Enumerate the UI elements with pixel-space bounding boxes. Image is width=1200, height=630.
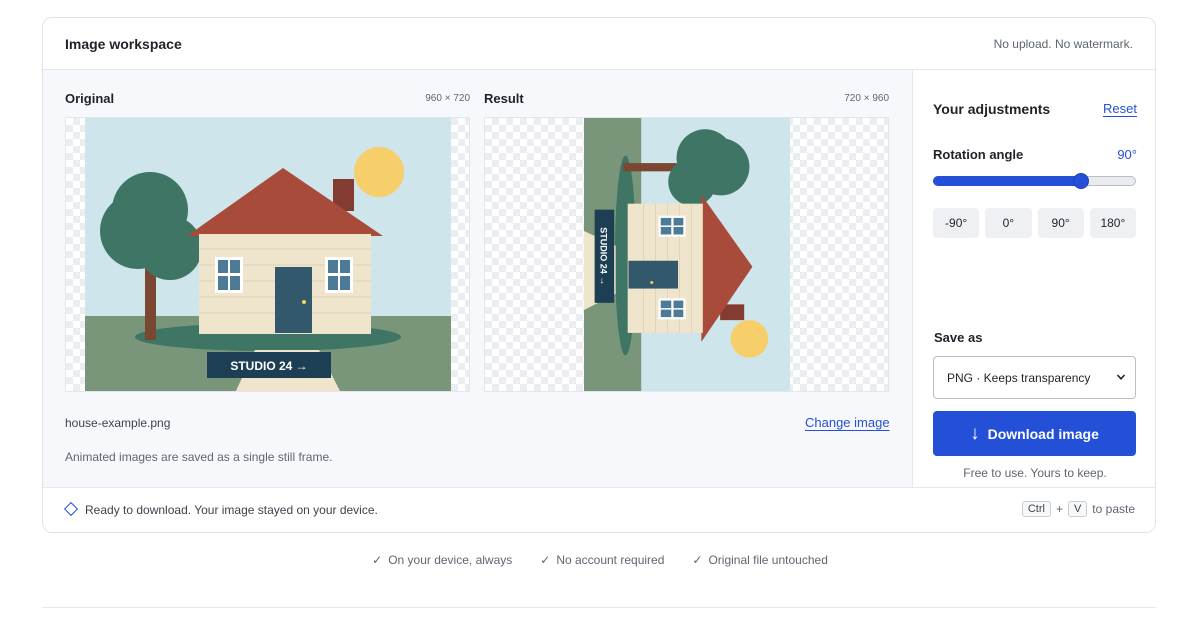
format-select-value: PNG · Keeps transparency — [947, 370, 1091, 385]
format-select[interactable]: PNG · Keeps transparency — [933, 356, 1136, 399]
preset-90-button[interactable]: 90° — [1037, 208, 1084, 238]
original-dimensions: 960 × 720 — [425, 93, 470, 104]
check-icon: ✓ — [540, 553, 551, 567]
paste-suffix: to paste — [1092, 502, 1135, 516]
original-image: STUDIO 24 → — [85, 118, 451, 391]
preset-180-button[interactable]: 180° — [1089, 208, 1136, 238]
ctrl-key: Ctrl — [1021, 501, 1051, 517]
trust-item: ✓ Original file untouched — [692, 553, 827, 567]
adjustments-title: Your adjustments — [933, 101, 1051, 117]
slider-fill — [933, 176, 1082, 186]
slider-thumb[interactable] — [1073, 173, 1090, 189]
trust-item-label: Original file untouched — [708, 553, 828, 567]
result-image: STUDIO 24 → — [584, 118, 790, 391]
plus-sign: + — [1055, 502, 1063, 516]
trust-badges: ✓ On your device, always ✓ No account re… — [0, 553, 1200, 567]
adjustments-sidebar: Your adjustments Reset Rotation angle 90… — [912, 70, 1155, 487]
rotation-presets: -90° 0° 90° 180° — [933, 208, 1136, 238]
rotation-angle-value: 90° — [1117, 147, 1137, 162]
file-name: house-example.png — [65, 416, 171, 430]
bottom-divider — [42, 607, 1156, 608]
animation-note: Animated images are saved as a single st… — [65, 450, 333, 464]
result-canvas: STUDIO 24 → — [484, 117, 889, 392]
privacy-note: No upload. No watermark. — [993, 37, 1133, 51]
save-as-label: Save as — [934, 330, 983, 345]
original-badge-text: STUDIO 24 → — [230, 359, 307, 373]
download-button[interactable]: ↓ Download image — [933, 411, 1136, 456]
result-label: Result — [484, 91, 524, 106]
change-image-link[interactable]: Change image — [805, 415, 890, 430]
v-key: V — [1067, 501, 1088, 517]
check-icon: ✓ — [692, 553, 703, 567]
trust-item: ✓ No account required — [540, 553, 664, 567]
diamond-icon — [63, 501, 79, 517]
result-dimensions: 720 × 960 — [844, 93, 889, 104]
workspace-title: Image workspace — [65, 36, 182, 52]
status-bar: Ready to download. Your image stayed on … — [43, 487, 1155, 532]
preview-area: Original 960 × 720 STUDIO 24 → Result 72… — [43, 70, 912, 487]
card-header: Image workspace No upload. No watermark. — [43, 18, 1155, 70]
image-workspace-card: Image workspace No upload. No watermark.… — [42, 17, 1156, 533]
rotation-slider[interactable] — [933, 173, 1136, 189]
status-text: Ready to download. Your image stayed on … — [85, 503, 378, 517]
chevron-down-icon — [1116, 374, 1126, 380]
original-label: Original — [65, 91, 115, 106]
download-button-label: Download image — [987, 425, 1099, 442]
free-note: Free to use. Yours to keep. — [963, 466, 1107, 480]
result-badge-text: STUDIO 24 → — [599, 227, 609, 285]
trust-item-label: No account required — [556, 553, 665, 567]
preset-0-button[interactable]: 0° — [985, 208, 1032, 238]
download-arrow-icon: ↓ — [970, 423, 980, 444]
original-canvas: STUDIO 24 → — [65, 117, 470, 392]
trust-item: ✓ On your device, always — [372, 553, 512, 567]
trust-item-label: On your device, always — [388, 553, 513, 567]
preset-minus-90-button[interactable]: -90° — [933, 208, 980, 238]
rotation-angle-label: Rotation angle — [933, 147, 1024, 162]
paste-hint: Ctrl + V to paste — [1021, 501, 1135, 517]
reset-link[interactable]: Reset — [1103, 101, 1137, 116]
check-icon: ✓ — [372, 553, 383, 567]
